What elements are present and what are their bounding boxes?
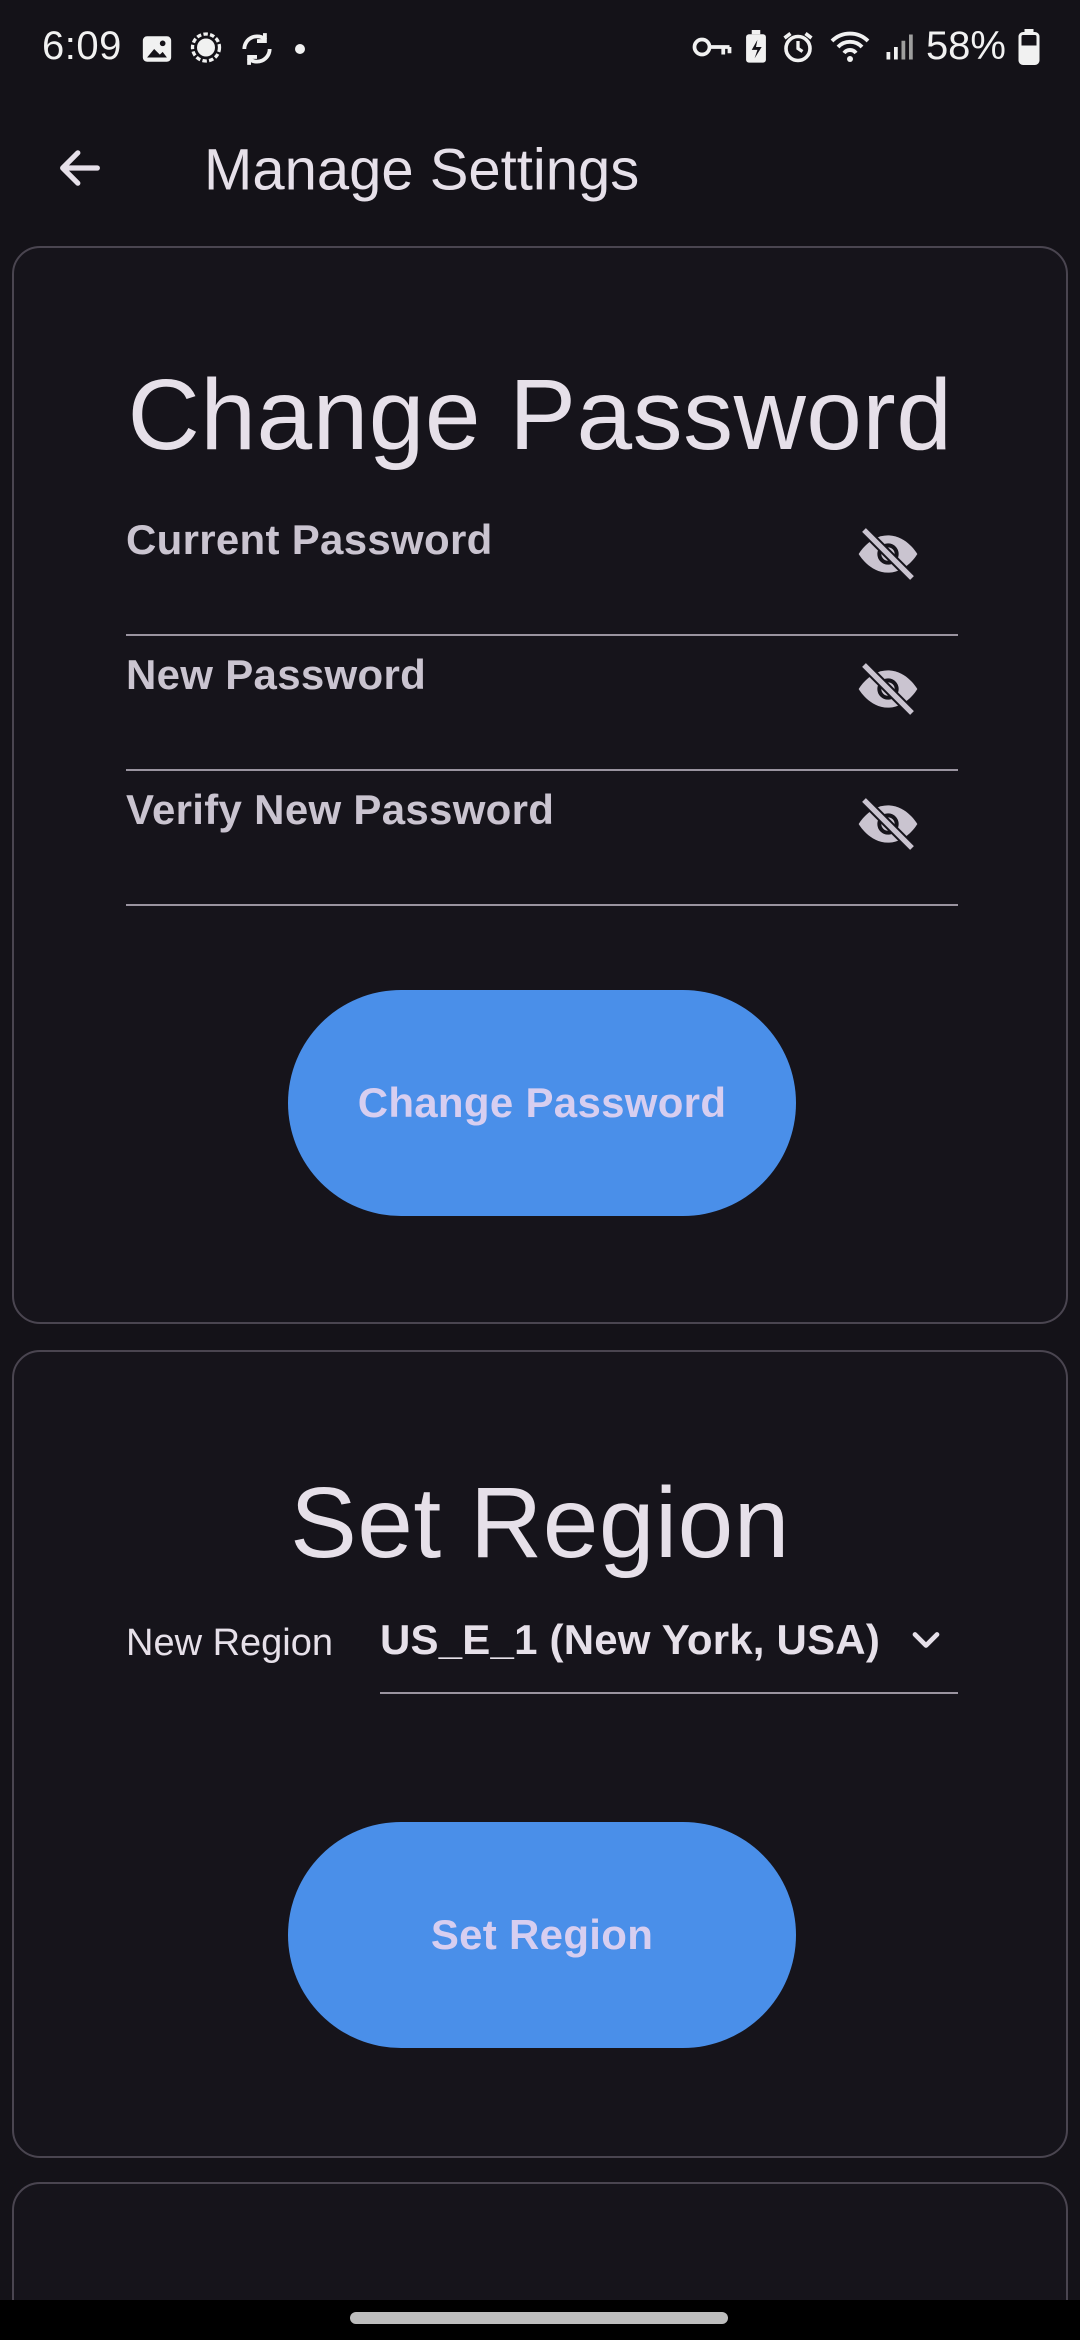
battery-saver-icon xyxy=(744,29,768,64)
region-dropdown[interactable]: US_E_1 (New York, USA) xyxy=(380,1598,958,1694)
verify-new-password-field[interactable]: Verify New Password xyxy=(126,770,958,906)
verify-new-password-label: Verify New Password xyxy=(126,786,555,833)
app-bar: Manage Settings xyxy=(0,100,1080,240)
current-password-label: Current Password xyxy=(126,516,493,563)
manage-settings-screen: 6:09 58% Manage Settings Change Password… xyxy=(0,0,1080,2340)
region-selected-value: US_E_1 (New York, USA) xyxy=(380,1616,881,1663)
status-bar: 6:09 58% xyxy=(0,0,1080,100)
set-region-button[interactable]: Set Region xyxy=(288,1822,796,2048)
visibility-off-icon[interactable] xyxy=(848,784,928,864)
change-password-button[interactable]: Change Password xyxy=(288,990,796,1216)
signal-icon xyxy=(884,32,914,62)
set-region-card: Set Region New Region US_E_1 (New York, … xyxy=(12,1350,1068,2158)
set-region-heading: Set Region xyxy=(290,1467,790,1579)
battery-icon xyxy=(1018,28,1040,65)
current-password-field[interactable]: Current Password xyxy=(126,500,958,636)
change-password-heading: Change Password xyxy=(127,359,953,471)
wifi-icon xyxy=(828,29,872,65)
home-gesture-handle[interactable] xyxy=(350,2312,728,2324)
alarm-icon xyxy=(780,29,816,65)
page-title: Manage Settings xyxy=(204,137,640,203)
visibility-off-icon[interactable] xyxy=(848,514,928,594)
dot-icon xyxy=(290,39,310,59)
gallery-icon xyxy=(140,32,174,66)
visibility-off-icon[interactable] xyxy=(848,649,928,729)
new-password-field[interactable]: New Password xyxy=(126,635,958,771)
back-button[interactable] xyxy=(40,130,120,210)
status-right-icons: 58% xyxy=(692,24,1040,69)
chevron-down-icon xyxy=(904,1618,948,1667)
status-left-icons xyxy=(140,30,310,68)
arrow-back-icon xyxy=(54,142,106,199)
vpn-key-icon xyxy=(692,32,732,62)
change-password-card: Change Password Current Password New Pas… xyxy=(12,246,1068,1324)
sync-icon xyxy=(238,30,276,68)
battery-percent: 58% xyxy=(925,24,1006,68)
new-region-label: New Region xyxy=(126,1622,333,1664)
chat-bubble-icon xyxy=(188,31,224,67)
navigation-bar xyxy=(0,2300,1080,2340)
status-time: 6:09 xyxy=(42,24,122,68)
new-password-label: New Password xyxy=(126,651,427,698)
